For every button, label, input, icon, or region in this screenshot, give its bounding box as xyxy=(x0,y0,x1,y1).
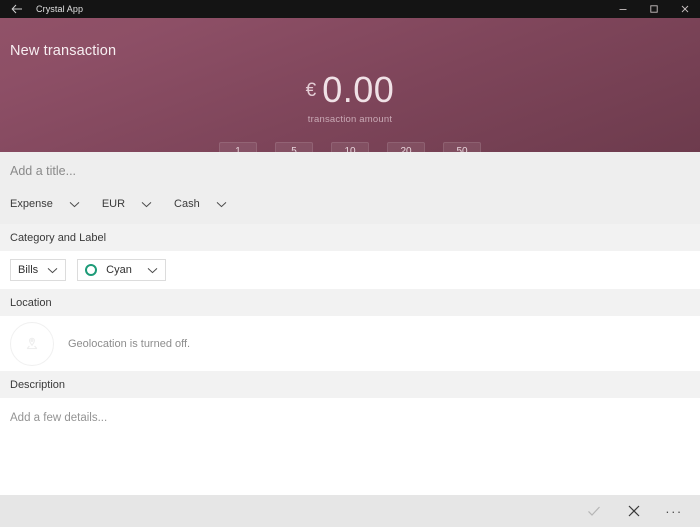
back-arrow-icon xyxy=(11,3,23,15)
cancel-button[interactable] xyxy=(614,495,654,527)
category-value: Bills xyxy=(18,264,39,276)
label-dropdown[interactable]: Cyan xyxy=(77,259,166,281)
back-button[interactable] xyxy=(0,0,34,18)
category-row: Bills Cyan xyxy=(0,251,700,289)
quick-amount-10[interactable]: 10 xyxy=(331,142,369,152)
ellipsis-icon: ··· xyxy=(665,503,683,519)
chevron-down-icon xyxy=(141,201,152,208)
close-x-icon xyxy=(626,503,642,519)
transaction-header: New transaction € 0.00 transaction amoun… xyxy=(0,18,700,152)
quick-amount-50[interactable]: 50 xyxy=(443,142,481,152)
label-value: Cyan xyxy=(106,264,132,276)
form-body: Add a title... Expense EUR Cash Category… xyxy=(0,152,700,495)
amount-display[interactable]: € 0.00 transaction amount xyxy=(0,72,700,125)
payment-method-value: Cash xyxy=(174,198,200,210)
description-section-heading: Description xyxy=(0,371,700,398)
check-icon xyxy=(586,503,602,519)
app-title: Crystal App xyxy=(36,4,84,14)
location-avatar xyxy=(10,321,54,366)
currency-symbol: € xyxy=(305,80,317,101)
quick-amount-20[interactable]: 20 xyxy=(387,142,425,152)
close-button[interactable] xyxy=(669,0,700,18)
accept-button[interactable] xyxy=(574,495,614,527)
app-window: Crystal App New transaction € 0.00 trans… xyxy=(0,0,700,527)
transaction-options-row: Expense EUR Cash xyxy=(0,190,700,224)
quick-amount-row: 1 5 10 20 50 xyxy=(0,142,700,152)
transaction-type-value: Expense xyxy=(10,198,53,210)
chevron-down-icon xyxy=(216,201,227,208)
title-input[interactable]: Add a title... xyxy=(0,152,700,190)
close-icon xyxy=(680,4,690,14)
maximize-icon xyxy=(649,4,659,14)
minimize-button[interactable] xyxy=(607,0,638,18)
minimize-icon xyxy=(618,4,628,14)
map-pin-icon xyxy=(24,336,40,352)
amount-caption: transaction amount xyxy=(307,114,393,125)
chevron-down-icon xyxy=(147,267,158,274)
location-section-heading: Location xyxy=(0,289,700,316)
currency-value: EUR xyxy=(101,198,126,210)
window-controls xyxy=(607,0,700,18)
category-section-heading: Category and Label xyxy=(0,224,700,251)
category-dropdown[interactable]: Bills xyxy=(10,259,67,281)
title-bar: Crystal App xyxy=(0,0,700,18)
page-title: New transaction xyxy=(10,43,117,59)
color-ring-icon xyxy=(85,264,98,276)
location-row[interactable]: Geolocation is turned off. xyxy=(0,316,700,371)
command-bar: ··· xyxy=(0,495,700,527)
amount-value: 0.00 xyxy=(322,69,395,110)
transaction-type-dropdown[interactable]: Expense xyxy=(10,198,80,210)
more-options-button[interactable]: ··· xyxy=(654,495,694,527)
chevron-down-icon xyxy=(47,267,58,274)
description-input[interactable]: Add a few details... xyxy=(0,398,700,495)
currency-dropdown[interactable]: EUR xyxy=(102,198,152,210)
chevron-down-icon xyxy=(69,201,80,208)
amount-line: € 0.00 xyxy=(306,72,395,108)
geolocation-status: Geolocation is turned off. xyxy=(68,337,191,350)
payment-method-dropdown[interactable]: Cash xyxy=(174,198,227,210)
quick-amount-5[interactable]: 5 xyxy=(275,142,313,152)
maximize-button[interactable] xyxy=(638,0,669,18)
title-and-type-block: Add a title... Expense EUR Cash xyxy=(0,152,700,224)
quick-amount-1[interactable]: 1 xyxy=(219,142,257,152)
